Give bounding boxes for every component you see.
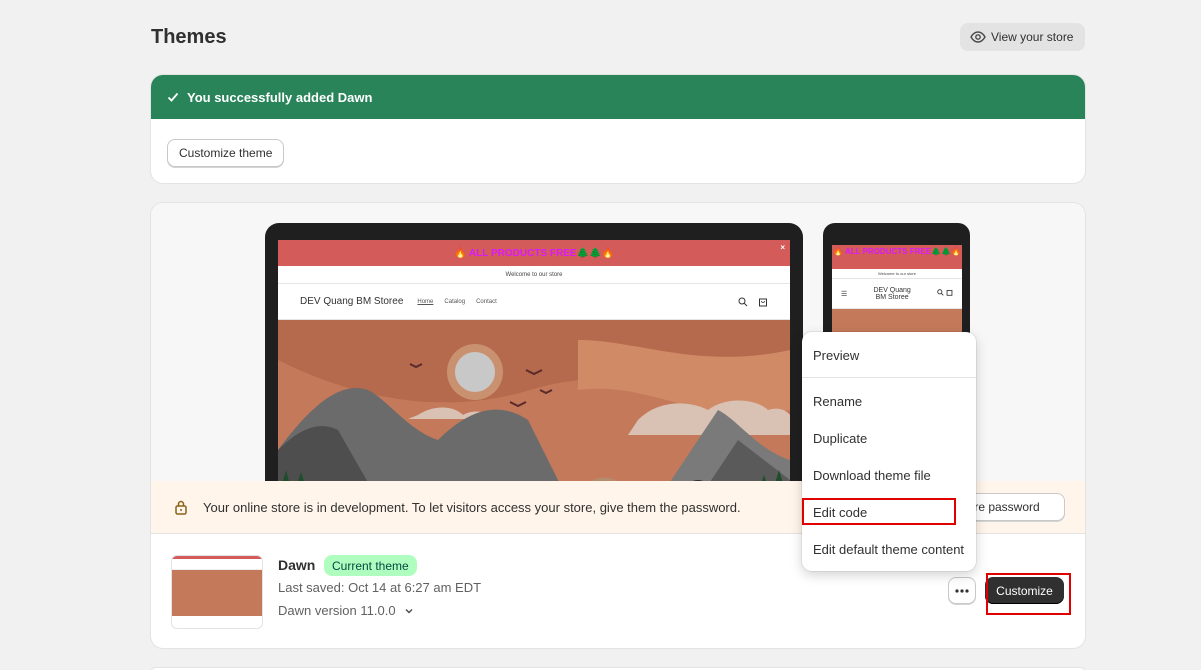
menu-item-duplicate[interactable]: Duplicate [802, 423, 976, 453]
edit-code-highlight-box [802, 498, 956, 525]
search-icon [937, 289, 944, 296]
cart-icon [759, 298, 767, 306]
menu-item-preview[interactable]: Preview [802, 340, 976, 370]
mobile-header: ☰ DEV Quang BM Storee [832, 279, 962, 309]
last-saved: Last saved: Oct 14 at 6:27 am EDT [278, 580, 482, 595]
view-store-label: View your store [991, 30, 1074, 44]
ellipsis-icon [955, 588, 969, 593]
customize-theme-button[interactable]: Customize theme [167, 139, 285, 167]
nav-home: Home [417, 298, 434, 305]
mobile-welcome: Welcome to our store [832, 269, 962, 279]
nav-contact: Contact [476, 298, 497, 305]
eye-icon [970, 31, 986, 43]
store-nav: Home Catalog Contact [417, 299, 496, 305]
store-header: DEV Quang BM Storee Home Catalog Contact [278, 284, 790, 320]
search-icon [738, 297, 748, 306]
checkmark-icon [167, 92, 179, 102]
theme-thumbnail [171, 555, 263, 629]
menu-icon: ☰ [841, 290, 848, 298]
store-name: DEV Quang BM Storee [300, 296, 404, 307]
theme-version[interactable]: Dawn version 11.0.0 [278, 603, 414, 618]
store-header-icons [738, 297, 768, 307]
mobile-store-name: DEV Quang BM Storee [873, 286, 911, 301]
mobile-announcement: 🔥 ALL PRODUCTS FREE🌲🌲🔥 [832, 245, 962, 269]
desktop-screen: 🔥 ALL PRODUCTS FREE🌲🌲🔥 × Welcome to our … [278, 240, 790, 481]
chevron-down-icon [405, 608, 413, 613]
page-title: Themes [151, 26, 227, 48]
menu-item-download[interactable]: Download theme file [802, 460, 976, 490]
menu-divider [802, 377, 976, 378]
theme-version-label: Dawn version 11.0.0 [278, 603, 396, 618]
lock-icon [175, 500, 187, 515]
announcement-text: 🔥 ALL PRODUCTS FREE🌲🌲🔥 [454, 247, 614, 259]
cart-icon [946, 289, 953, 296]
view-store-button[interactable]: View your store [960, 23, 1085, 51]
thumbnail-header [172, 559, 262, 570]
development-message: Your online store is in development. To … [203, 499, 741, 515]
desktop-preview: 🔥 ALL PRODUCTS FREE🌲🌲🔥 × Welcome to our … [265, 223, 803, 481]
welcome-text: Welcome to our store [278, 266, 790, 284]
success-message: You successfully added Dawn [187, 89, 373, 105]
menu-item-edit-default-content[interactable]: Edit default theme content [802, 534, 976, 564]
nav-catalog: Catalog [444, 298, 466, 305]
customize-highlight-box [986, 573, 1071, 615]
theme-actions-menu: Preview Rename Duplicate Download theme … [802, 332, 976, 571]
hero-illustration [278, 320, 790, 481]
thumbnail-hero [172, 570, 262, 616]
menu-item-rename[interactable]: Rename [802, 386, 976, 416]
close-icon: × [780, 243, 785, 252]
current-theme-badge: Current theme [324, 555, 417, 576]
theme-name: Dawn [278, 557, 316, 573]
mobile-header-icons [937, 289, 953, 298]
success-banner: You successfully added Dawn [151, 75, 1085, 119]
more-actions-button[interactable] [948, 577, 976, 604]
success-card: You successfully added Dawn Customize th… [151, 75, 1085, 183]
announcement-bar: 🔥 ALL PRODUCTS FREE🌲🌲🔥 × [278, 240, 790, 266]
